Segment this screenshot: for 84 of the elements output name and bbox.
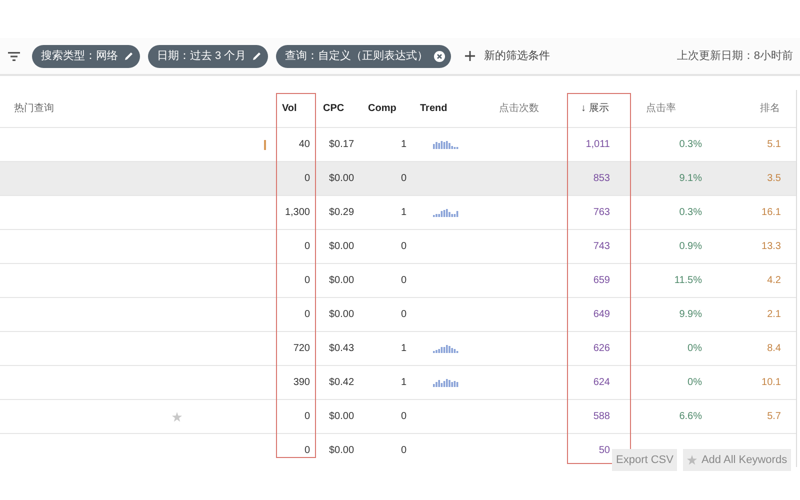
vol-cell-text: 0 (304, 274, 310, 288)
comp-cell-text: 0 (401, 274, 407, 288)
column-header[interactable]: ↓ 展示 (581, 103, 609, 114)
column-header[interactable]: 热门查询 (14, 103, 54, 114)
impressions-cell-text: 743 (593, 240, 610, 254)
cpc-cell-text: $0.00 (329, 240, 354, 254)
impressions-cell-text: 1,011 (586, 138, 610, 152)
star-icon (687, 455, 698, 465)
ctr-cell-text: 0% (688, 376, 702, 390)
cpc-cell-text: $0.00 (329, 444, 354, 458)
impressions-cell-text: 649 (593, 308, 610, 322)
last-updated-text: 上次更新日期：8小时前 (676, 48, 793, 64)
comp-cell-text: 1 (401, 138, 407, 152)
ctr-cell-text: 0.9% (679, 240, 702, 254)
close-icon[interactable] (434, 50, 446, 62)
comp-cell-text: 0 (401, 308, 407, 322)
column-header[interactable]: 排名 (760, 103, 780, 114)
comp-cell-text: 1 (401, 342, 407, 356)
comp-cell-text: 0 (401, 240, 407, 254)
add-filter-button[interactable]: 新的筛选条件 (465, 48, 550, 64)
chip-label: 搜索类型：网络 (41, 48, 118, 64)
vol-cell-text: 0 (304, 172, 310, 186)
cpc-cell-text: $0.17 (329, 138, 354, 152)
marker-bar-icon (264, 140, 266, 150)
position-cell-text: 5.1 (767, 138, 781, 152)
column-header[interactable]: Comp (368, 103, 396, 114)
vol-cell-text: 40 (298, 138, 310, 152)
impressions-cell-text: 50 (598, 444, 610, 458)
filter-chip[interactable]: 查询：自定义（正则表达式） (276, 44, 452, 68)
comp-cell-text: 1 (401, 376, 407, 390)
cpc-cell-text: $0.00 (329, 172, 354, 186)
vol-cell-text: 1,300 (284, 206, 310, 220)
cpc-cell-text: $0.00 (329, 308, 354, 322)
position-cell-text: 8.4 (767, 342, 781, 356)
filter-icon[interactable] (8, 52, 20, 60)
position-cell-text: 16.1 (762, 206, 781, 220)
ctr-cell-text: 0.3% (679, 206, 702, 220)
cpc-cell-text: $0.42 (329, 376, 354, 390)
ctr-cell-text: 9.9% (679, 308, 702, 322)
vol-cell-text: 390 (293, 376, 310, 390)
comp-cell-text: 0 (401, 444, 407, 458)
position-cell-text: 10.1 (762, 376, 781, 390)
column-header[interactable]: 点击次数 (499, 103, 539, 114)
cpc-cell-text: $0.00 (329, 410, 354, 424)
ctr-cell-text: 0.3% (679, 138, 702, 152)
position-cell-text: 2.1 (767, 308, 781, 322)
impressions-cell-text: 624 (593, 376, 610, 390)
impressions-cell-text: 588 (593, 410, 610, 424)
vol-cell-text: 0 (304, 444, 310, 458)
vol-cell-text: 0 (304, 410, 310, 424)
filter-chip[interactable]: 日期：过去 3 个月 (148, 44, 268, 68)
position-cell-text: 4.2 (767, 274, 781, 288)
comp-cell-text: 1 (401, 206, 407, 220)
impressions-cell-text: 659 (593, 274, 610, 288)
cpc-cell-text: $0.00 (329, 274, 354, 288)
vol-cell-text: 0 (304, 240, 310, 254)
position-cell-text: 3.5 (767, 172, 781, 186)
table-row[interactable]: 0 $0.00 0 853 9.1% 3.5 (0, 161, 796, 195)
ctr-cell-text: 0% (688, 342, 702, 356)
cpc-cell-text: $0.43 (329, 342, 354, 356)
column-header[interactable]: 点击率 (646, 103, 676, 114)
ctr-cell-text: 11.5% (674, 274, 702, 288)
ctr-cell-text: 6.6% (679, 410, 702, 424)
pencil-icon[interactable] (252, 51, 262, 61)
impressions-cell-text: 626 (593, 342, 610, 356)
star-icon[interactable] (172, 412, 182, 422)
vol-cell-text: 0 (304, 308, 310, 322)
comp-cell-text: 0 (401, 172, 407, 186)
plus-icon (465, 51, 476, 61)
pencil-icon[interactable] (124, 51, 134, 61)
filter-chip[interactable]: 搜索类型：网络 (32, 44, 140, 68)
column-header[interactable]: CPC (323, 103, 344, 114)
column-header[interactable]: Trend (420, 103, 448, 114)
ctr-cell-text: 9.1% (679, 172, 702, 186)
impressions-cell-text: 853 (593, 172, 610, 186)
impressions-cell-text: 763 (593, 206, 610, 220)
chip-label: 日期：过去 3 个月 (157, 48, 246, 64)
chip-label: 查询：自定义（正则表达式） (285, 48, 428, 64)
cpc-cell-text: $0.29 (329, 206, 354, 220)
comp-cell-text: 0 (401, 410, 407, 424)
position-cell-text: 5.7 (767, 410, 781, 424)
position-cell-text: 13.3 (762, 240, 781, 254)
column-header[interactable]: Vol (282, 103, 297, 114)
vol-cell-text: 720 (293, 342, 310, 356)
